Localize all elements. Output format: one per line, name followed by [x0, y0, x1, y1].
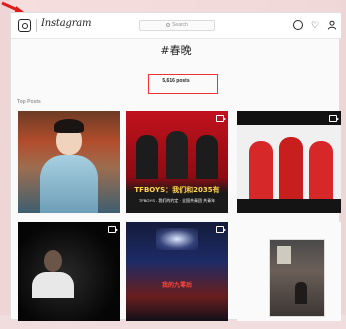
hashtag-title: #春晚	[160, 44, 192, 57]
figure-robe	[40, 155, 98, 213]
explore-compass-icon[interactable]	[293, 20, 303, 30]
background-left	[0, 0, 10, 329]
instagram-camera-icon[interactable]	[18, 19, 31, 32]
performer-2	[279, 137, 303, 199]
singer-body	[32, 272, 74, 298]
photo-window-light	[277, 246, 291, 264]
video-icon	[329, 115, 339, 122]
photo-figure	[295, 282, 307, 304]
logo-divider	[36, 19, 37, 32]
post-subcaption: TFBOYS - 我们的约定 · 全国共青团 共青年	[138, 198, 216, 203]
top-posts-label: Top Posts	[17, 99, 41, 105]
performer-3	[196, 135, 218, 179]
search-placeholder: Search	[172, 22, 188, 28]
instagram-window: Instagram Search ♡ #春晚 5,616 posts Top P…	[10, 12, 341, 321]
top-navigation-bar: Instagram Search ♡	[11, 13, 341, 39]
figure-hair	[54, 119, 84, 133]
video-icon	[108, 226, 118, 233]
highlight-box	[148, 74, 218, 94]
search-input[interactable]: Search	[139, 20, 215, 31]
heart-icon[interactable]: ♡	[310, 20, 320, 30]
stage-lights	[156, 228, 198, 250]
post-caption: 我的九零后	[161, 283, 192, 289]
post-thumbnail-3[interactable]	[237, 111, 341, 213]
performer-2	[166, 131, 188, 179]
performer-1	[249, 141, 273, 199]
post-caption: TFBOYS：我们和2035有	[134, 186, 220, 194]
post-thumbnail-5[interactable]: 我的九零后	[126, 222, 228, 321]
instagram-wordmark[interactable]: Instagram	[41, 18, 92, 29]
profile-user-icon[interactable]	[327, 20, 337, 30]
post-thumbnail-4[interactable]	[18, 222, 120, 321]
performer-1	[136, 135, 158, 179]
post-thumbnail-1[interactable]	[18, 111, 120, 213]
post-thumbnail-2[interactable]: TFBOYS：我们和2035有 TFBOYS - 我们的约定 · 全国共青团 共…	[126, 111, 228, 213]
post-thumbnail-6[interactable]	[237, 222, 341, 321]
background-top	[0, 0, 346, 12]
video-icon	[216, 226, 226, 233]
search-icon	[166, 22, 171, 27]
singer-head	[44, 250, 62, 272]
video-icon	[216, 115, 226, 122]
performer-3	[309, 141, 333, 199]
